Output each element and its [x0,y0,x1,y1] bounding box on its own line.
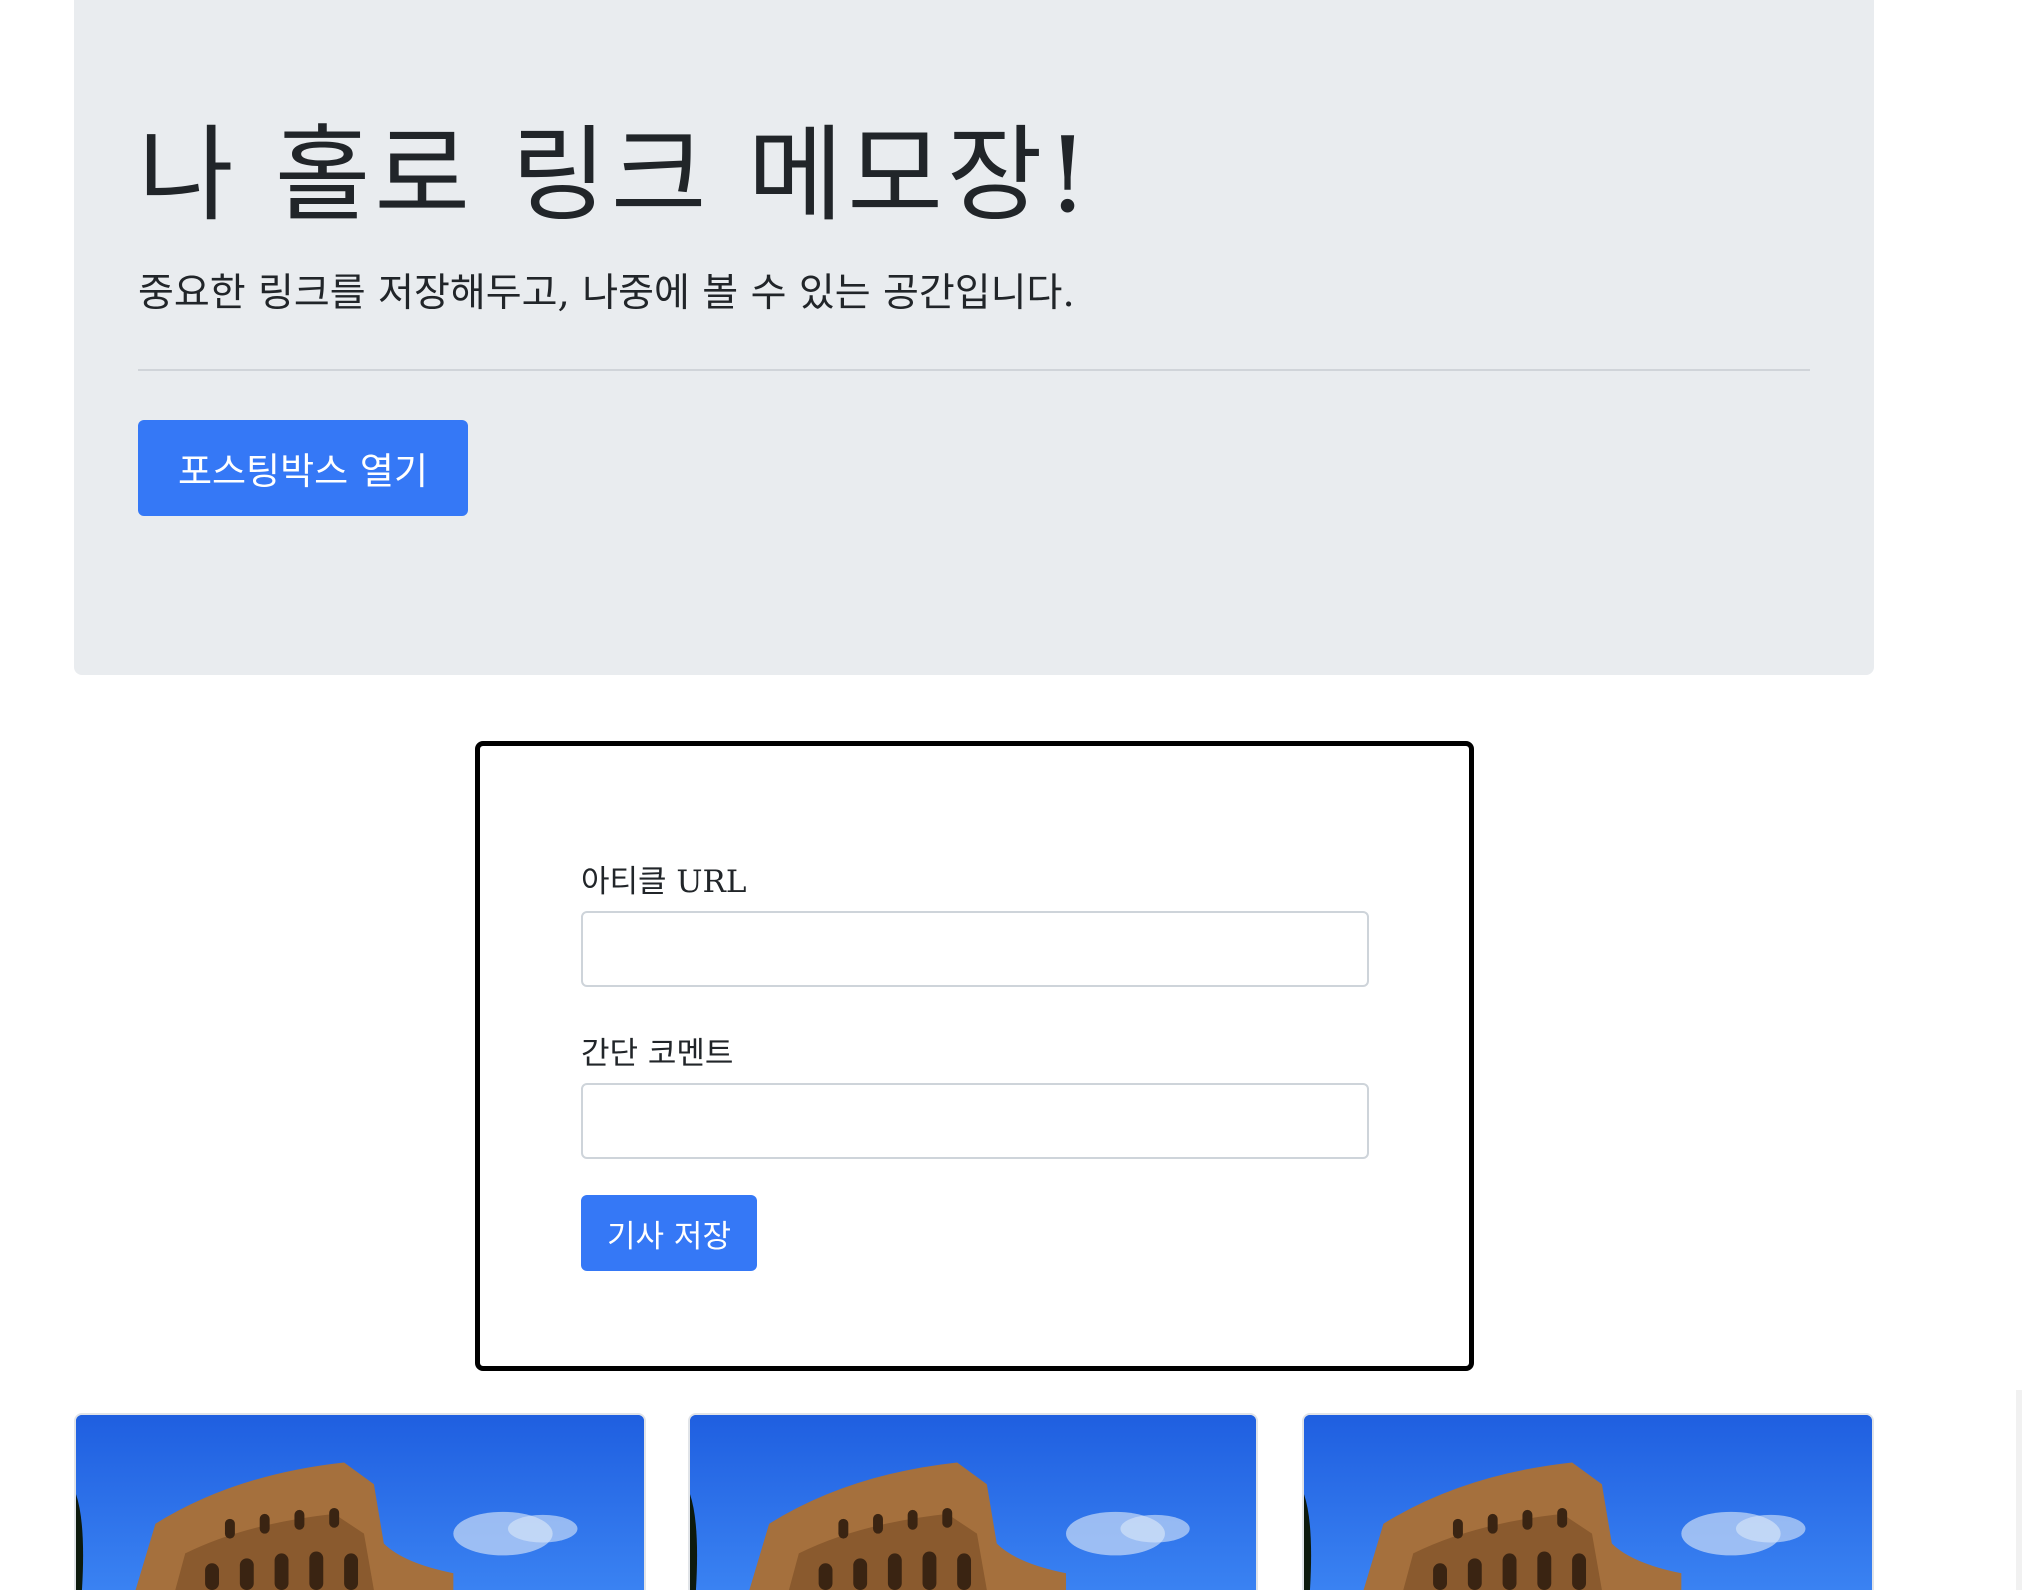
open-postbox-button[interactable]: 포스팅박스 열기 [138,420,468,516]
article-card[interactable] [688,1413,1258,1590]
article-card[interactable] [74,1413,646,1590]
jumbotron: 나 홀로 링크 메모장! 중요한 링크를 저장해두고, 나중에 볼 수 있는 공… [74,0,1874,675]
article-card[interactable] [1302,1413,1874,1590]
page-lead: 중요한 링크를 저장해두고, 나중에 볼 수 있는 공간입니다. [138,271,1075,316]
card-list [74,1413,1874,1590]
scrollbar[interactable] [2016,1390,2022,1590]
url-label: 아티클 URL [581,864,747,900]
colosseum-image [1304,1415,1872,1590]
url-input[interactable] [581,911,1369,987]
posting-box: 아티클 URL 간단 코멘트 기사 저장 [475,741,1474,1371]
page-title: 나 홀로 링크 메모장! [138,114,1093,236]
comment-label: 간단 코멘트 [581,1036,734,1072]
colosseum-image [690,1415,1256,1590]
divider [138,369,1810,371]
comment-input[interactable] [581,1083,1369,1159]
colosseum-image [76,1415,644,1590]
save-article-button[interactable]: 기사 저장 [581,1195,757,1271]
